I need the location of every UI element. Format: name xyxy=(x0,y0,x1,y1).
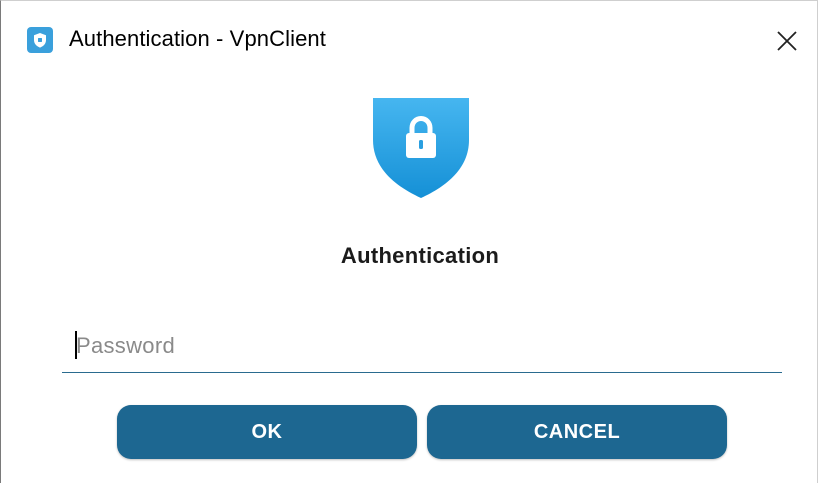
shield-lock-icon xyxy=(373,98,469,198)
password-input[interactable] xyxy=(62,323,796,369)
ok-button[interactable]: OK xyxy=(117,405,417,459)
close-button[interactable] xyxy=(769,11,817,69)
text-caret xyxy=(75,331,77,359)
cancel-button[interactable]: CANCEL xyxy=(427,405,727,459)
window-title: Authentication - VpnClient xyxy=(69,26,326,51)
title-bar[interactable]: Authentication - VpnClient xyxy=(1,1,817,79)
shield-icon xyxy=(27,27,53,53)
authentication-dialog: Authentication - VpnClient Authenticatio… xyxy=(0,0,818,483)
password-field[interactable] xyxy=(62,323,796,373)
page-title: Authentication xyxy=(340,243,500,268)
